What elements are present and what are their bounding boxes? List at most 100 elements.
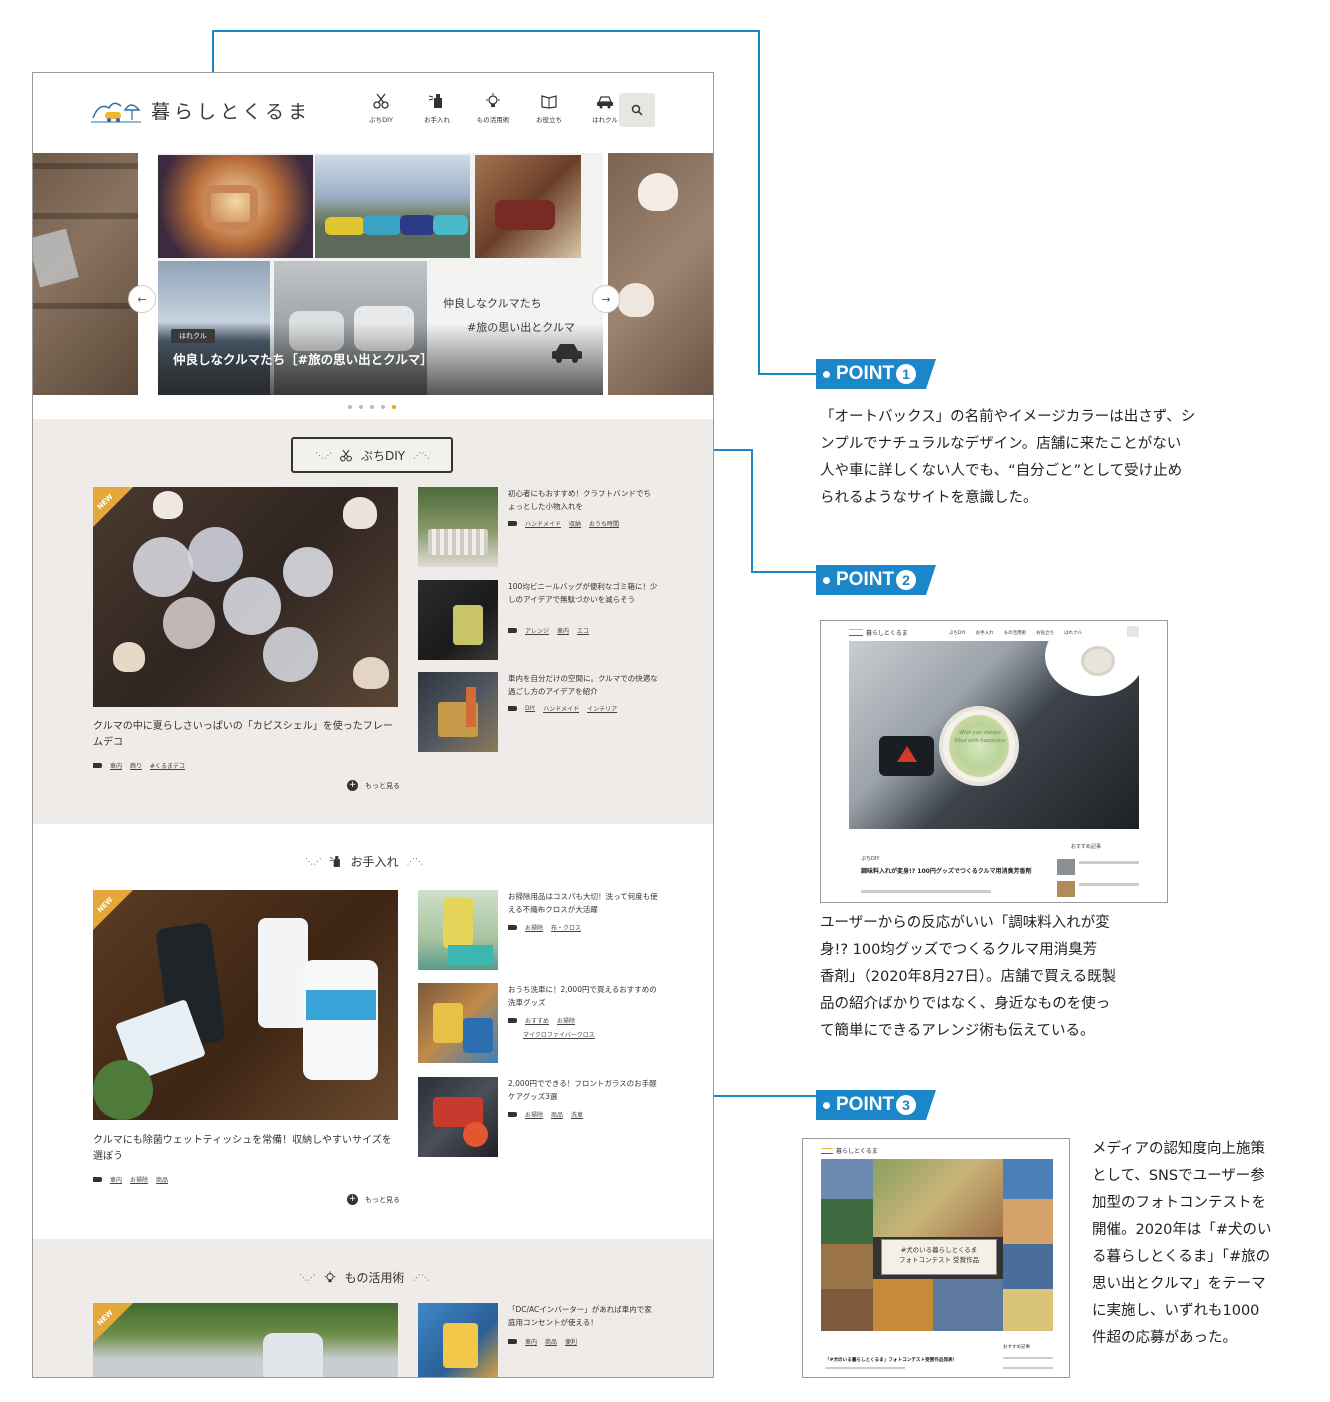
scissors-icon — [373, 93, 389, 109]
site-logo[interactable]: 暮らしとくるま — [91, 97, 311, 124]
feature-image-capiz-shell[interactable]: NEW — [93, 487, 398, 707]
point-3-badge: POINT 3 — [816, 1090, 937, 1120]
point-number: 1 — [896, 364, 917, 384]
article-title[interactable]: 初心者にもおすすめ！クラフトバンドでちょっとした小物入れを — [508, 487, 658, 513]
article-tags: DIY ハンドメイド インテリア — [508, 704, 617, 713]
article-tags-line2: マイクロファイバークロス — [523, 1032, 595, 1039]
article-title[interactable]: 「DC/ACインバーター」があれば車内で家庭用コンセントが使える！ — [508, 1303, 658, 1329]
nav-item-oteire[interactable]: お手入れ — [419, 93, 455, 124]
slider-prev-button[interactable]: ← — [128, 285, 156, 313]
more-button[interactable]: + もっと見る — [347, 1194, 400, 1205]
hero-photo-cars-mountain — [315, 155, 470, 258]
article-tags: アレンジ 車内 エコ — [508, 626, 589, 635]
article-tags: ハンドメイド 収納 おうち時間 — [508, 519, 619, 528]
thumb-side-line — [1003, 1367, 1053, 1369]
feature-tags: 車内 お掃除 商品 — [93, 1175, 168, 1184]
book-icon — [541, 95, 557, 109]
global-nav: ぷちDIY お手入れ もの活用術 お役立ち はれクル — [363, 93, 623, 124]
article-thumb-car-interior[interactable] — [418, 672, 498, 752]
article-tags: おすすめ お掃除 — [508, 1016, 575, 1025]
nav-item-harekuru[interactable]: はれクル — [587, 93, 623, 124]
thumb-contest-banner: #犬のいる暮らしとくるま フォトコンテスト 受賞作品 — [881, 1239, 997, 1275]
connector-line-2b — [751, 449, 753, 573]
hero-title[interactable]: 仲良しなクルマたち［#旅の思い出とクルマ］ — [173, 349, 433, 368]
nav-item-mono-katsuyou[interactable]: もの活用術 — [475, 93, 511, 124]
thumb-meta-bar — [825, 1367, 905, 1369]
section-title-oteire: ⋱ ⋰ お手入れ ⋰ ⋱ — [305, 855, 423, 869]
plus-icon: + — [347, 780, 358, 791]
article-thumb-inverter[interactable] — [418, 1303, 498, 1377]
feature-title[interactable]: クルマにも除菌ウェットティッシュを常備！収納しやすいサイズを選ぼう — [93, 1133, 398, 1165]
connector-line-1b — [212, 30, 760, 32]
nav-item-puchi-diy[interactable]: ぷちDIY — [363, 93, 399, 124]
thumb-logo: 暮らしとくるま — [849, 628, 908, 637]
feature-tags: 車内 飾り #くるまデコ — [93, 761, 185, 770]
scissors-icon — [339, 449, 352, 461]
thumb-side-article — [1057, 881, 1075, 897]
search-button[interactable] — [619, 93, 655, 127]
tag-icon — [93, 763, 102, 768]
section-title-text: ぷちDIY — [360, 448, 406, 463]
thumb-side-line — [1079, 861, 1139, 864]
thumb-side-line — [1003, 1357, 1053, 1359]
thumb-sidebar-heading: おすすめ記事 — [1003, 1345, 1030, 1350]
thumb-photo-collage: #犬のいる暮らしとくるま フォトコンテスト 受賞作品 — [821, 1159, 1053, 1331]
point-number: 2 — [896, 570, 917, 590]
article-thumb-cloth[interactable] — [418, 890, 498, 970]
logo-text: 暮らしとくるま — [151, 101, 312, 123]
thumb-side-article — [1057, 859, 1075, 875]
thumb-sidebar-heading: おすすめ記事 — [1071, 844, 1102, 850]
point-2-badge: POINT 2 — [816, 565, 937, 595]
hero-category-badge[interactable]: はれクル — [171, 329, 215, 343]
point-1-badge: POINT 1 — [816, 359, 937, 389]
section-title-text: もの活用術 — [344, 1271, 405, 1285]
point-1-description: 「オートバックス」の名前やイメージカラーは出さず、シ ンプルでナチュラルなデザイ… — [820, 409, 1196, 506]
slider-dot[interactable] — [359, 405, 363, 409]
arrow-left-icon: ← — [137, 292, 147, 306]
article-thumb-windshield[interactable] — [418, 1077, 498, 1157]
thumb-logo: 暮らしとくるま — [821, 1146, 878, 1155]
article-tags: 車内 商品 便利 — [508, 1337, 577, 1346]
article-tags: お掃除 布・クロス — [508, 923, 581, 932]
slider-next-button[interactable]: → — [592, 285, 620, 313]
slider-pagination — [348, 405, 396, 409]
article-title[interactable]: おうち洗車に！2,000円で買えるおすすめの洗車グッズ — [508, 983, 658, 1009]
article-thumb-craft-band[interactable] — [418, 487, 498, 567]
article-thumb-vinyl-bag[interactable] — [418, 580, 498, 660]
point-3-photo-contest-screenshot: 暮らしとくるま #犬のいる暮らしとくるま フォトコンテスト 受賞作品 「#犬のい… — [802, 1138, 1070, 1378]
more-button[interactable]: + もっと見る — [347, 780, 400, 791]
slider-dot[interactable] — [348, 405, 352, 409]
thumb-category-badge: ぷちDIY — [861, 856, 880, 862]
connector-line-1c — [758, 30, 760, 375]
feature-image-inverter[interactable]: NEW — [93, 1303, 398, 1377]
website-screenshot: 暮らしとくるま ぷちDIY お手入れ もの活用術 お役立ち はれクル 仲良しなク… — [32, 72, 714, 1378]
point-3-description: メディアの認知度向上施策 として、SNSでユーザー参 加型のフォトコンテストを … — [1092, 1141, 1272, 1346]
article-title[interactable]: 100均ビニールバッグが便利なゴミ箱に！少しのアイデアで無駄づかいを減らそう — [508, 580, 658, 606]
article-tags: お掃除 商品 洗車 — [508, 1110, 583, 1119]
section-title-puchi-diy: ⋱ ⋰ ぷちDIY ⋰ ⋱ — [291, 437, 453, 473]
thumb-hero-air-freshener: Wish you always filled with happiness — [849, 641, 1139, 829]
thumb-nav: ぷちDIY お手入れ もの活用術 お役立ち はれクル — [949, 631, 1082, 636]
feature-title[interactable]: クルマの中に夏らしさいっぱいの「カピスシェル」を使ったフレームデコ — [93, 719, 398, 751]
article-title[interactable]: 2,000円でできる！フロントガラスのお手軽ケアグッズ3選 — [508, 1077, 658, 1103]
point-2-article-screenshot: 暮らしとくるま ぷちDIY お手入れ もの活用術 お役立ち はれクル Wish … — [820, 620, 1168, 903]
lightbulb-icon — [486, 93, 500, 107]
thumb-article-title: 調味料入れが変身!? 100円グッズでつくるクルマ用消臭芳香剤 — [861, 868, 1032, 875]
section-title-text: お手入れ — [350, 855, 399, 869]
slider-dot[interactable] — [370, 405, 374, 409]
slider-dot[interactable] — [381, 405, 385, 409]
plus-icon: + — [347, 1194, 358, 1205]
slider-dot-active[interactable] — [392, 405, 396, 409]
point-2-description: ユーザーからの反応がいい「調味料入れが変 身!? 100均グッズでつくるクルマ用… — [820, 915, 1117, 1039]
point-number: 3 — [896, 1095, 917, 1115]
article-thumb-car-wash[interactable] — [418, 983, 498, 1063]
nav-item-oyakudachi[interactable]: お役立ち — [531, 93, 567, 124]
feature-image-wet-tissue[interactable]: NEW — [93, 890, 398, 1120]
hero-overlay-line-2: #旅の思い出とクルマ — [467, 321, 575, 334]
article-title[interactable]: お掃除用品はコスパも大切！洗って何度も使える不織布クロスが大活躍 — [508, 890, 658, 916]
article-title[interactable]: 車内を自分だけの空間に。クルマでの快適な過ごし方のアイデアを紹介 — [508, 672, 658, 698]
site-header: 暮らしとくるま ぷちDIY お手入れ もの活用術 お役立ち はれクル — [33, 73, 713, 153]
thumb-article-title: 「#犬のいる暮らしとくるま」フォトコンテスト受賞作品発表！ — [825, 1358, 958, 1363]
thumb-side-line — [1079, 883, 1139, 886]
hero-photo-vintage-car — [475, 155, 581, 258]
